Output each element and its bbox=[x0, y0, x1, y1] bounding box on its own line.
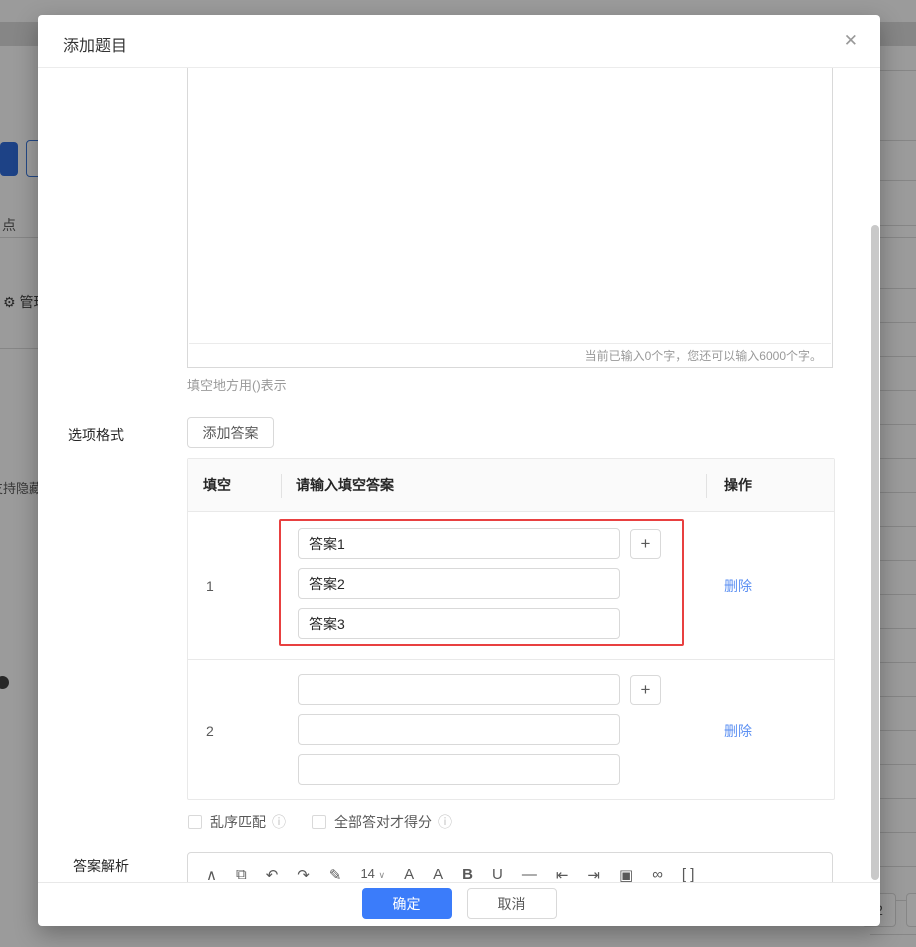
delete-row-link[interactable]: 删除 bbox=[724, 721, 752, 741]
answer-input[interactable] bbox=[298, 608, 620, 639]
plus-icon[interactable]: + bbox=[630, 529, 661, 559]
table-row: 1 + 删除 bbox=[188, 512, 834, 659]
modal-header: 添加题目 ✕ bbox=[38, 15, 880, 68]
scoring-options: 乱序匹配 ⓘ 全部答对才得分 ⓘ bbox=[188, 812, 452, 832]
link-icon[interactable]: ∞ bbox=[652, 866, 663, 882]
answers-table: 填空 请输入填空答案 操作 1 + 删除 2 bbox=[187, 458, 835, 800]
shuffle-match-checkbox[interactable] bbox=[188, 815, 202, 829]
option-format-label: 选项格式 bbox=[68, 425, 124, 445]
answer-input[interactable] bbox=[298, 674, 620, 705]
modal-footer: 确定 取消 bbox=[38, 882, 880, 926]
answers-table-header: 填空 请输入填空答案 操作 bbox=[188, 459, 834, 512]
confirm-button[interactable]: 确定 bbox=[362, 888, 452, 919]
answer-input[interactable] bbox=[298, 754, 620, 785]
cancel-button[interactable]: 取消 bbox=[467, 888, 557, 919]
col-header-action: 操作 bbox=[706, 475, 752, 495]
answer-input[interactable] bbox=[298, 528, 620, 559]
row-index: 1 bbox=[206, 578, 214, 594]
analysis-editor: ∧ ⧉ ↶ ↷ ✎ 14 ∨ A A B U — ⇤ ⇥ ▣ ∞ [ ] bbox=[187, 852, 833, 882]
plus-icon[interactable]: + bbox=[630, 675, 661, 705]
all-correct-label: 全部答对才得分 bbox=[334, 812, 432, 832]
font-size-select[interactable]: 14 ∨ bbox=[360, 866, 385, 881]
delete-row-link[interactable]: 删除 bbox=[724, 576, 752, 596]
add-question-modal: 添加题目 ✕ 当前已输入0个字，您还可以输入6000个字。 填空地方用()表示 … bbox=[38, 15, 880, 926]
modal-body: 当前已输入0个字，您还可以输入6000个字。 填空地方用()表示 选项格式 添加… bbox=[38, 68, 880, 882]
collapse-icon[interactable]: ∧ bbox=[206, 866, 217, 882]
image-icon[interactable]: ▣ bbox=[619, 866, 633, 882]
all-correct-checkbox[interactable] bbox=[312, 815, 326, 829]
column-divider bbox=[281, 474, 282, 498]
modal-scrollbar[interactable] bbox=[871, 225, 879, 880]
format-painter-icon[interactable]: ✎ bbox=[329, 866, 342, 882]
screen: 点 ⚙ 管理 支持隐藏 2 添加题目 ✕ 当前已输入0个字，您还可以输入6000… bbox=[0, 0, 916, 947]
blank-hint: 填空地方用()表示 bbox=[187, 375, 287, 394]
undo-icon[interactable]: ↶ bbox=[266, 866, 279, 882]
editor-toolbar: ∧ ⧉ ↶ ↷ ✎ 14 ∨ A A B U — ⇤ ⇥ ▣ ∞ [ ] bbox=[188, 853, 832, 882]
text-height-icon[interactable]: A bbox=[433, 866, 443, 882]
underline-icon[interactable]: U bbox=[492, 866, 503, 882]
align-icon[interactable]: — bbox=[522, 866, 537, 882]
info-icon[interactable]: ⓘ bbox=[438, 812, 452, 832]
bold-icon[interactable]: B bbox=[462, 866, 473, 882]
column-divider bbox=[706, 474, 707, 498]
answer-analysis-label: 答案解析 bbox=[73, 856, 129, 876]
font-color-icon[interactable]: A bbox=[404, 866, 414, 882]
modal-title: 添加题目 bbox=[63, 32, 127, 56]
table-row: 2 + 删除 bbox=[188, 659, 834, 801]
fullscreen-icon[interactable]: [ ] bbox=[682, 866, 695, 882]
indent-increase-icon[interactable]: ⇥ bbox=[587, 866, 600, 882]
redo-icon[interactable]: ↷ bbox=[297, 866, 310, 882]
indent-decrease-icon[interactable]: ⇤ bbox=[556, 866, 569, 882]
char-count: 当前已输入0个字，您还可以输入6000个字。 bbox=[189, 343, 831, 367]
col-header-answer: 请输入填空答案 bbox=[281, 475, 706, 495]
add-answer-button[interactable]: 添加答案 bbox=[187, 417, 274, 448]
question-textarea[interactable]: 当前已输入0个字，您还可以输入6000个字。 bbox=[187, 68, 833, 368]
paste-icon[interactable]: ⧉ bbox=[236, 866, 247, 882]
answer-input[interactable] bbox=[298, 714, 620, 745]
close-icon[interactable]: ✕ bbox=[844, 30, 858, 52]
shuffle-match-label: 乱序匹配 bbox=[210, 812, 266, 832]
col-header-blank: 填空 bbox=[188, 475, 281, 495]
info-icon[interactable]: ⓘ bbox=[272, 812, 286, 832]
answer-input[interactable] bbox=[298, 568, 620, 599]
row-index: 2 bbox=[206, 723, 214, 739]
